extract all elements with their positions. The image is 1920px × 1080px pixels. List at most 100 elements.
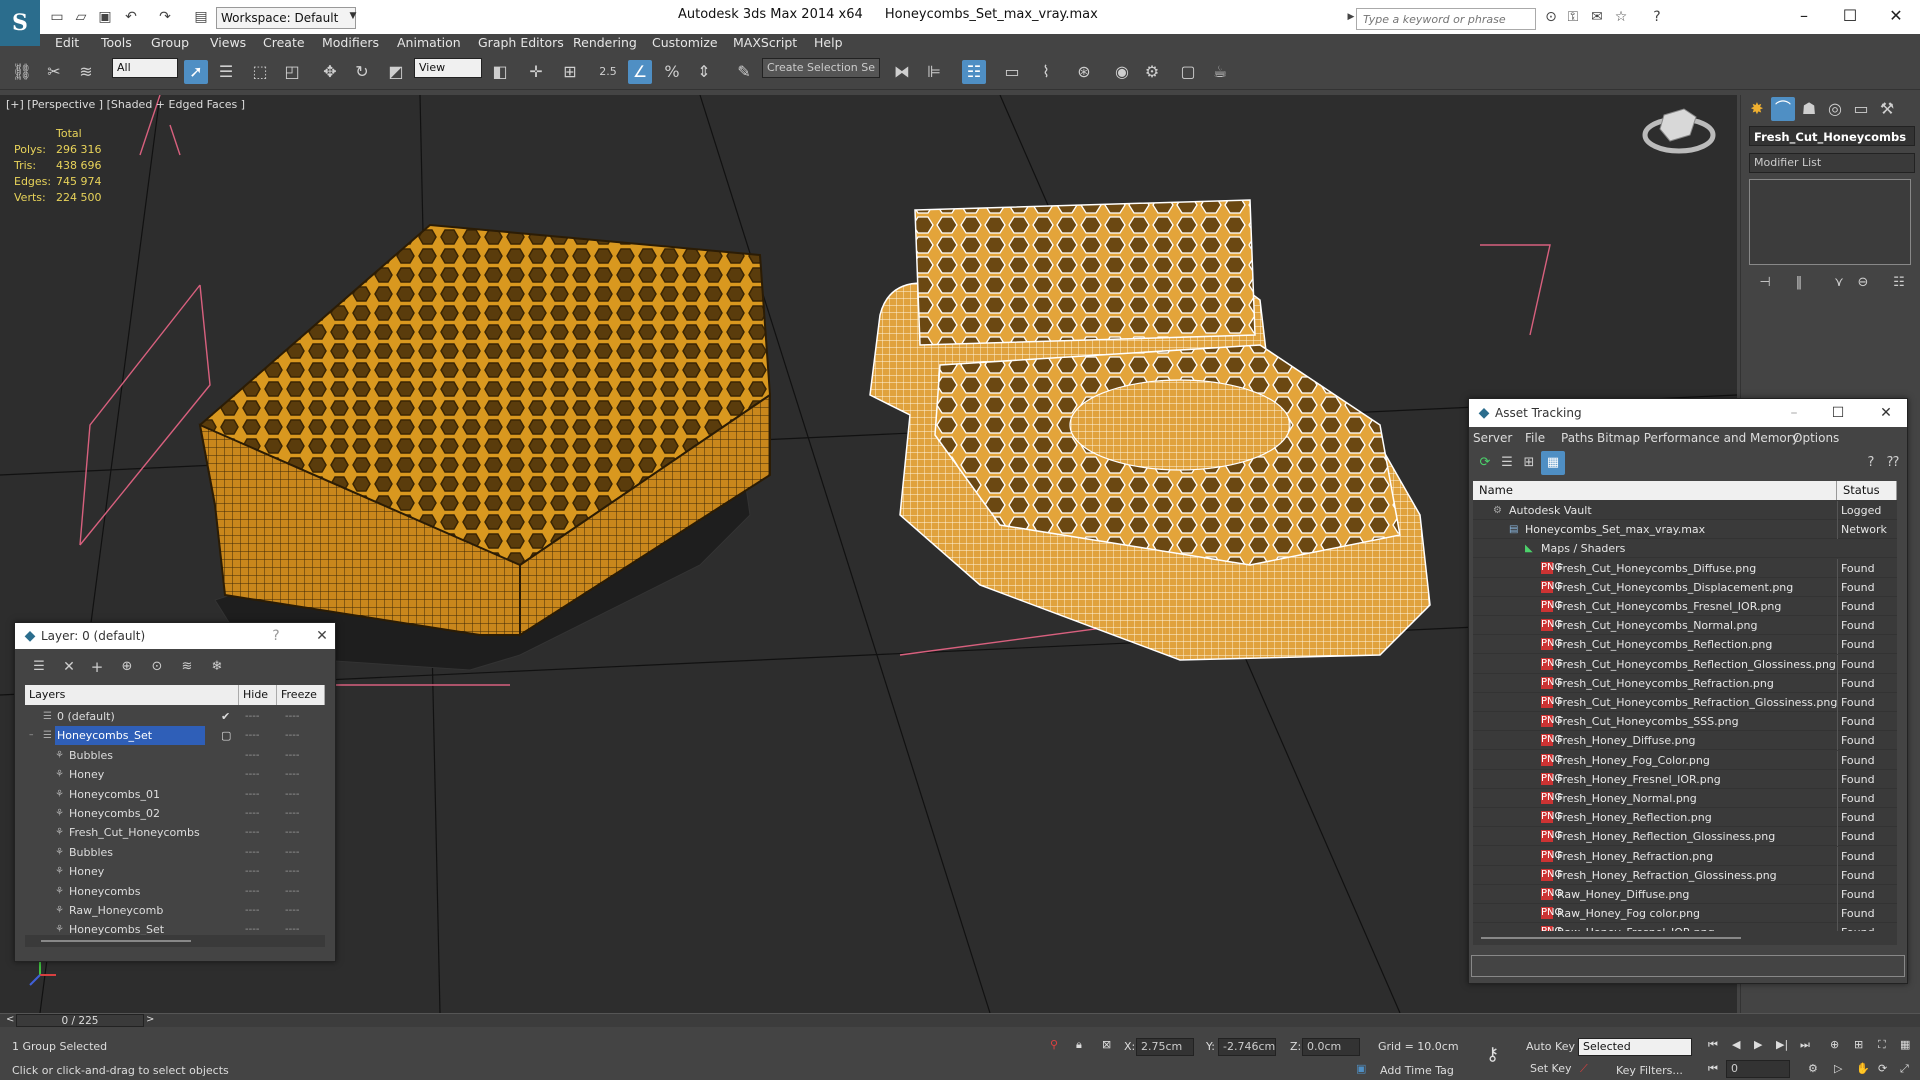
selection-lock-icon[interactable]: 🔒︎ bbox=[1076, 1038, 1082, 1052]
asset-help-icon[interactable]: ? bbox=[1859, 451, 1883, 475]
view-cube[interactable] bbox=[1642, 108, 1716, 154]
modify-tab-icon[interactable]: ⌒ bbox=[1771, 97, 1795, 121]
freeze-toggle[interactable]: ---- bbox=[285, 726, 299, 745]
asset-row[interactable]: PNG Fresh_Cut_Honeycombs_Refraction.png Fo… bbox=[1473, 673, 1897, 693]
asset-row[interactable]: ⚙ Autodesk Vault Logged bbox=[1473, 501, 1897, 520]
default-in-out-icon[interactable]: ⟋ bbox=[1580, 1062, 1588, 1076]
asset-context-help-icon[interactable]: ⁇ bbox=[1881, 451, 1905, 475]
asset-row[interactable]: PNG Fresh_Cut_Honeycombs_Refraction_Gloss… bbox=[1473, 693, 1897, 712]
refresh-icon[interactable]: ⟳ bbox=[1473, 451, 1497, 475]
app-logo[interactable]: S bbox=[0, 0, 40, 46]
mirror-icon[interactable]: ⧓ bbox=[890, 60, 914, 84]
menu-animation[interactable]: Animation bbox=[397, 34, 461, 52]
freeze-toggle[interactable]: ---- bbox=[285, 804, 299, 823]
subscription-icon[interactable]: ⚿ bbox=[1564, 8, 1582, 26]
object-name-field[interactable]: Fresh_Cut_Honeycombs bbox=[1749, 126, 1915, 146]
key-mode-toggle-icon[interactable]: ⏮ bbox=[1708, 1062, 1718, 1076]
asset-row[interactable]: PNG Fresh_Honey_Fresnel_IOR.png Found bbox=[1473, 769, 1897, 789]
x-coordinate-field[interactable]: 2.75cm bbox=[1136, 1038, 1194, 1056]
hide-toggle[interactable]: ---- bbox=[245, 726, 259, 745]
asset-minimize-button[interactable]: – bbox=[1785, 404, 1803, 422]
material-editor-icon[interactable]: ◉ bbox=[1110, 60, 1134, 84]
asset-row[interactable]: PNG Fresh_Cut_Honeycombs_Diffuse.png Found bbox=[1473, 558, 1897, 578]
hide-toggle[interactable]: ---- bbox=[245, 843, 259, 862]
asset-row[interactable]: ▤ Honeycombs_Set_max_vray.max Network bbox=[1473, 520, 1897, 540]
reference-coordinate-dropdown[interactable]: View bbox=[414, 58, 482, 78]
percent-snap-icon[interactable]: % bbox=[660, 60, 684, 84]
layer-row[interactable]: ⚘ Honeycombs_01 ---- ---- bbox=[25, 785, 325, 804]
edit-named-selection-icon[interactable]: ✎ bbox=[732, 60, 756, 84]
layer-row[interactable]: ⚘ Honey ---- ---- bbox=[25, 765, 325, 784]
time-tag-icon[interactable]: ▣ bbox=[1356, 1062, 1366, 1075]
project-folder-icon[interactable]: ▤ bbox=[192, 8, 210, 26]
close-button[interactable]: ✕ bbox=[1876, 4, 1916, 28]
time-slider[interactable]: < 0 / 225 > bbox=[0, 1013, 1920, 1027]
asset-maximize-button[interactable]: ☐ bbox=[1829, 404, 1847, 422]
menu-modifiers[interactable]: Modifiers bbox=[322, 34, 379, 52]
asset-row[interactable]: PNG Fresh_Cut_Honeycombs_Fresnel_IOR.png F… bbox=[1473, 597, 1897, 616]
freeze-toggle[interactable]: ---- bbox=[285, 823, 299, 842]
freeze-toggle[interactable]: ---- bbox=[285, 765, 299, 784]
menu-views[interactable]: Views bbox=[210, 34, 246, 52]
modifier-list-dropdown[interactable]: Modifier List bbox=[1749, 153, 1915, 173]
move-icon[interactable]: ✥ bbox=[318, 60, 342, 84]
menu-graph-editors[interactable]: Graph Editors bbox=[478, 34, 564, 52]
layers-column-header[interactable]: Layers bbox=[25, 685, 239, 705]
undo-icon[interactable]: ↶ bbox=[122, 8, 140, 26]
layer-row[interactable]: ⚘ Bubbles ---- ---- bbox=[25, 746, 325, 765]
zoom-icon[interactable]: ⊕ bbox=[1830, 1038, 1839, 1051]
workspace-dropdown[interactable]: Workspace: Default bbox=[216, 7, 356, 29]
set-key-button[interactable]: Set Key bbox=[1530, 1062, 1572, 1075]
active-layer-check-icon[interactable]: ✔ bbox=[221, 707, 230, 726]
minimize-button[interactable]: – bbox=[1784, 4, 1824, 28]
layer-row[interactable]: ⚘ Honeycombs_02 ---- ---- bbox=[25, 804, 325, 823]
layer-row[interactable]: ⚘ Honey ---- ---- bbox=[25, 862, 325, 881]
asset-row[interactable]: PNGRaw_Honey_Fresnel_IOR.pngFound bbox=[1473, 923, 1897, 931]
zoom-extents-icon[interactable]: ⛶ bbox=[1878, 1038, 1886, 1052]
asset-horizontal-scrollbar[interactable] bbox=[1473, 931, 1897, 945]
show-end-result-icon[interactable]: ‖ bbox=[1787, 271, 1811, 295]
pan-view-icon[interactable]: ✋ bbox=[1856, 1062, 1870, 1075]
go-to-end-icon[interactable]: ⏭ bbox=[1800, 1038, 1810, 1052]
asset-close-button[interactable]: ✕ bbox=[1877, 404, 1895, 422]
asset-menu-bitmap-performance[interactable]: Bitmap Performance and Memory bbox=[1597, 431, 1799, 445]
asset-menu-server[interactable]: Server bbox=[1473, 431, 1512, 445]
layer-row[interactable]: ☰ 0 (default) ✔ ---- ---- bbox=[25, 707, 325, 726]
curve-editor-icon[interactable]: ⌇ bbox=[1034, 60, 1058, 84]
menu-maxscript[interactable]: MAXScript bbox=[733, 34, 797, 52]
asset-row[interactable]: PNG Raw_Honey_Fog color.png Found bbox=[1473, 904, 1897, 924]
schematic-view-icon[interactable]: ⊛ bbox=[1072, 60, 1096, 84]
hide-toggle[interactable]: ---- bbox=[245, 882, 259, 901]
select-object-icon[interactable]: ➚ bbox=[184, 60, 208, 84]
menu-edit[interactable]: Edit bbox=[55, 34, 79, 52]
isolate-selection-icon[interactable]: ⚲ bbox=[1050, 1038, 1058, 1051]
select-by-name-icon[interactable]: ☰ bbox=[214, 60, 238, 84]
freeze-toggle[interactable]: ---- bbox=[285, 882, 299, 901]
asset-menu-options[interactable]: Options bbox=[1793, 431, 1839, 445]
select-manipulate-icon[interactable]: ✛ bbox=[524, 60, 548, 84]
binoculars-icon[interactable]: ⊙ bbox=[1542, 8, 1560, 26]
absolute-transform-icon[interactable]: ⊠ bbox=[1102, 1038, 1111, 1051]
hide-toggle[interactable]: ---- bbox=[245, 785, 259, 804]
layer-dialog-help-icon[interactable]: ? bbox=[267, 627, 285, 645]
asset-row[interactable]: PNG Fresh_Cut_Honeycombs_Reflection_Gloss… bbox=[1473, 654, 1897, 674]
play-icon[interactable]: ▶ bbox=[1754, 1038, 1762, 1051]
go-to-start-icon[interactable]: ⏮ bbox=[1708, 1038, 1718, 1052]
hide-toggle[interactable]: ---- bbox=[245, 707, 259, 726]
graphite-ribbon-icon[interactable]: ▭ bbox=[1000, 60, 1024, 84]
asset-menu-paths[interactable]: Paths bbox=[1561, 431, 1594, 445]
name-column-header[interactable]: Name bbox=[1473, 481, 1837, 500]
asset-row[interactable]: PNG Fresh_Honey_Refraction.png Found bbox=[1473, 846, 1897, 866]
open-file-icon[interactable]: ▱ bbox=[72, 8, 90, 26]
motion-tab-icon[interactable]: ◎ bbox=[1823, 97, 1847, 121]
menu-group[interactable]: Group bbox=[151, 34, 189, 52]
modifier-stack[interactable] bbox=[1749, 179, 1911, 265]
asset-row[interactable]: PNG Fresh_Cut_Honeycombs_Displacement.png… bbox=[1473, 577, 1897, 597]
freeze-column-header[interactable]: Freeze bbox=[277, 685, 325, 705]
time-prev-icon[interactable]: < bbox=[6, 1014, 14, 1025]
asset-row[interactable]: PNG Fresh_Honey_Reflection_Glossiness.png… bbox=[1473, 827, 1897, 847]
selection-filter-dropdown[interactable]: All bbox=[112, 58, 178, 78]
spinner-snap-icon[interactable]: ⇕ bbox=[692, 60, 716, 84]
asset-row[interactable]: PNG Fresh_Honey_Reflection.png Found bbox=[1473, 808, 1897, 828]
asset-menu-file[interactable]: File bbox=[1525, 431, 1545, 445]
